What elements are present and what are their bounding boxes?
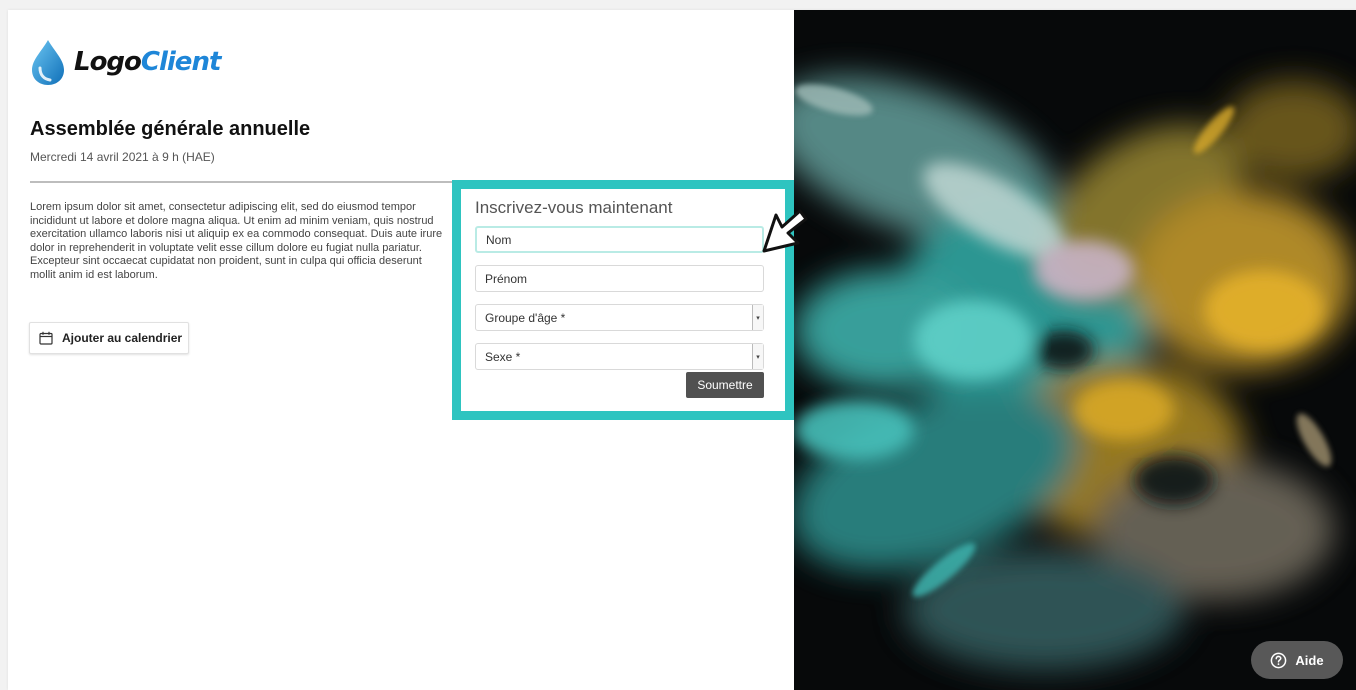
dropdown-arrow-icon: ▾ bbox=[752, 305, 763, 330]
page: LogoClient Assemblée générale annuelle M… bbox=[8, 10, 1356, 690]
page-title: Assemblée générale annuelle bbox=[30, 118, 311, 140]
event-date: Mercredi 14 avril 2021 à 9 h (HAE) bbox=[30, 150, 215, 164]
color-explosion-image bbox=[794, 10, 1356, 690]
help-label: Aide bbox=[1295, 652, 1324, 668]
sex-select-value: Sexe * bbox=[485, 349, 521, 364]
logo-text: LogoClient bbox=[74, 47, 221, 77]
age-group-select-value: Groupe d'âge * bbox=[485, 310, 566, 325]
logo-text-part1: Logo bbox=[74, 47, 142, 77]
cursor-arrow-icon bbox=[762, 209, 808, 253]
help-circle-icon bbox=[1271, 652, 1287, 668]
help-button[interactable]: Aide bbox=[1251, 641, 1343, 679]
first-name-input[interactable] bbox=[475, 265, 764, 292]
water-drop-logo-icon bbox=[32, 40, 64, 85]
logo[interactable]: LogoClient bbox=[28, 38, 221, 86]
submit-button[interactable]: Soumettre bbox=[686, 372, 764, 398]
divider bbox=[30, 181, 460, 183]
logo-text-part2: Client bbox=[140, 47, 221, 77]
last-name-input[interactable] bbox=[475, 226, 764, 253]
form-heading: Inscrivez-vous maintenant bbox=[475, 198, 673, 217]
age-group-select[interactable]: Groupe d'âge * ▾ bbox=[475, 304, 764, 331]
event-description: Lorem ipsum dolor sit amet, consectetur … bbox=[30, 201, 443, 281]
add-to-calendar-label: Ajouter au calendrier bbox=[62, 331, 183, 345]
registration-form: Inscrivez-vous maintenant Groupe d'âge *… bbox=[452, 180, 794, 420]
calendar-icon bbox=[39, 331, 53, 345]
sex-select[interactable]: Sexe * ▾ bbox=[475, 343, 764, 370]
hero-image bbox=[794, 10, 1356, 690]
add-to-calendar-button[interactable]: Ajouter au calendrier bbox=[29, 322, 189, 354]
dropdown-arrow-icon: ▾ bbox=[752, 344, 763, 369]
